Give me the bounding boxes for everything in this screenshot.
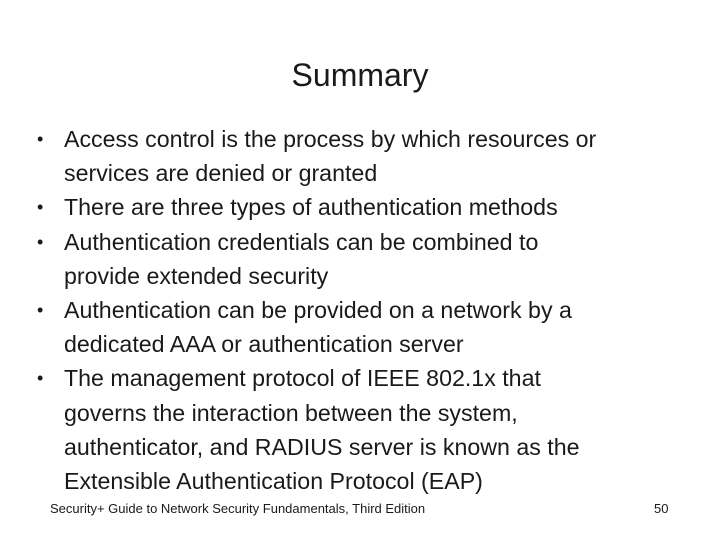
bullet-line: Extensible Authentication Protocol (EAP) (64, 468, 483, 495)
bullet-icon: • (37, 197, 44, 218)
bullet-item: • Authentication credentials can be comb… (30, 225, 680, 293)
bullet-line: Authentication can be provided on a netw… (64, 297, 572, 324)
bullet-line: Authentication credentials can be combin… (64, 228, 539, 255)
bullet-item: • The management protocol of IEEE 802.1x… (30, 361, 680, 498)
bullet-icon: • (37, 231, 44, 252)
bullet-icon: • (37, 300, 44, 321)
bullet-icon: • (37, 368, 44, 389)
bullet-item: • Access control is the process by which… (30, 122, 680, 190)
bullet-line: authenticator, and RADIUS server is know… (64, 433, 580, 460)
slide-title: Summary (0, 55, 720, 95)
footer-source: Security+ Guide to Network Security Fund… (50, 501, 426, 516)
bullet-line: Access control is the process by which r… (64, 126, 597, 152)
bullet-line: The management protocol of IEEE 802.1x t… (64, 365, 541, 392)
bullet-icon: • (37, 129, 44, 149)
bullet-item: • Authentication can be provided on a ne… (30, 293, 680, 361)
bullet-line: There are three types of authentication … (64, 194, 558, 221)
slide-title-text: Summary (291, 57, 429, 93)
bullet-line: services are denied or granted (64, 160, 378, 187)
bullet-line: dedicated AAA or authentication server (64, 331, 464, 358)
bullet-line: provide extended security (64, 262, 329, 289)
bullet-item: • There are three types of authenticatio… (30, 190, 680, 224)
page-number: 50 (654, 501, 669, 516)
bullet-list: • Access control is the process by which… (30, 122, 680, 498)
bullet-line: governs the interaction between the syst… (64, 399, 518, 426)
